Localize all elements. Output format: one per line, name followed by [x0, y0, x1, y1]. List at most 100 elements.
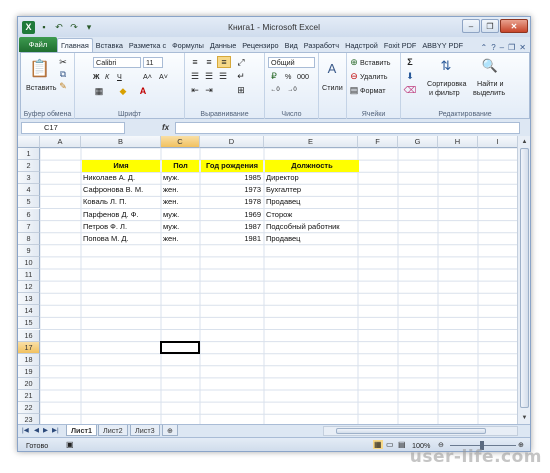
format-cells-button[interactable]: Формат: [360, 86, 386, 95]
find-select-button[interactable]: Найти и: [477, 79, 504, 88]
table-header-cell[interactable]: Пол: [162, 160, 199, 172]
worksheet-grid[interactable]: A B C D E F G H I 1 2 3 4 5 6 7 8 9 10 11 12 13 14 15 16 17 18 19 20…: [18, 136, 518, 424]
normal-view-icon[interactable]: ▦: [373, 440, 383, 449]
find-select-icon[interactable]: 🔍: [481, 56, 499, 76]
format-cells-icon[interactable]: ▤: [349, 85, 359, 95]
table-header-cell[interactable]: Имя: [82, 160, 160, 172]
row-header-6[interactable]: 6: [18, 208, 40, 221]
table-data-cell[interactable]: 1973: [201, 184, 263, 196]
font-name-select[interactable]: Calibri: [93, 57, 141, 68]
row-header-21[interactable]: 21: [18, 390, 40, 403]
page-layout-view-icon[interactable]: ▭: [386, 440, 394, 449]
italic-button[interactable]: К: [105, 72, 109, 81]
increase-decimal-icon[interactable]: ←0: [268, 85, 282, 95]
insert-cells-icon[interactable]: ⊕: [349, 57, 359, 67]
sheet-tab-3[interactable]: Лист3: [130, 425, 160, 436]
styles-icon[interactable]: A: [323, 59, 341, 77]
tab-data[interactable]: Данные: [207, 38, 239, 52]
clear-icon[interactable]: ⌫: [404, 85, 417, 95]
close-button[interactable]: ✕: [500, 19, 528, 33]
tab-abbyy-pdf[interactable]: ABBYY PDF: [419, 38, 466, 52]
format-painter-icon[interactable]: ✎: [57, 81, 69, 91]
formula-input[interactable]: [175, 122, 520, 134]
quick-access-customize-icon[interactable]: ▾: [83, 21, 95, 33]
sort-filter-icon[interactable]: ⇅: [437, 56, 455, 76]
active-cell-selection[interactable]: [160, 340, 200, 355]
table-data-cell[interactable]: Петров Ф. Л.: [82, 221, 160, 233]
table-data-cell[interactable]: Николаев А. Д.: [82, 172, 160, 184]
row-header-18[interactable]: 18: [18, 353, 40, 366]
undo-icon[interactable]: ↶: [53, 21, 65, 33]
horizontal-scroll-thumb[interactable]: [336, 428, 486, 434]
restore-button[interactable]: ❐: [481, 19, 499, 33]
table-data-cell[interactable]: жен.: [162, 184, 199, 196]
table-data-cell[interactable]: муж.: [162, 172, 199, 184]
column-header-g[interactable]: G: [398, 136, 438, 148]
insert-function-button[interactable]: fx: [162, 123, 169, 132]
sheet-tab-1[interactable]: Лист1: [66, 425, 97, 436]
decrease-indent-icon[interactable]: ⇤: [189, 85, 201, 95]
thousands-button[interactable]: 000: [297, 72, 309, 81]
row-header-15[interactable]: 15: [18, 317, 40, 330]
table-data-cell[interactable]: Попова М. Д.: [82, 233, 160, 245]
table-data-cell[interactable]: Директор: [265, 172, 395, 184]
decrease-decimal-icon[interactable]: →0: [285, 85, 299, 95]
align-middle-icon[interactable]: ≡: [203, 57, 215, 67]
table-data-cell[interactable]: Бухгалтер: [265, 184, 395, 196]
macro-record-icon[interactable]: ▣: [66, 440, 74, 449]
percent-button[interactable]: %: [285, 72, 291, 81]
underline-button[interactable]: Ч: [117, 72, 122, 81]
row-header-23[interactable]: 23: [18, 414, 40, 424]
insert-cells-button[interactable]: Вставить: [360, 58, 390, 67]
font-size-select[interactable]: 11: [143, 57, 163, 68]
next-sheet-icon[interactable]: ▶: [43, 426, 48, 434]
grow-font-button[interactable]: A˄: [143, 72, 152, 81]
sort-filter-button[interactable]: Сортировка: [427, 79, 466, 88]
name-box[interactable]: C17: [21, 122, 125, 134]
merge-cells-icon[interactable]: ⊞: [235, 85, 247, 95]
table-data-cell[interactable]: 1981: [201, 233, 263, 245]
tab-formulas[interactable]: Формулы: [169, 38, 207, 52]
delete-cells-icon[interactable]: ⊖: [349, 71, 359, 81]
sheet-tab-2[interactable]: Лист2: [98, 425, 128, 436]
tab-foxit-pdf[interactable]: Foxit PDF: [381, 38, 419, 52]
align-left-icon[interactable]: ☰: [189, 71, 201, 81]
row-header-9[interactable]: 9: [18, 244, 40, 257]
row-header-17[interactable]: 17: [18, 341, 40, 354]
align-center-icon[interactable]: ☰: [203, 71, 215, 81]
column-header-d[interactable]: D: [200, 136, 264, 148]
table-data-cell[interactable]: Продавец: [265, 233, 395, 245]
number-format-select[interactable]: Общий: [268, 57, 315, 68]
currency-icon[interactable]: ₽: [268, 71, 280, 81]
column-header-f[interactable]: F: [358, 136, 398, 148]
row-header-10[interactable]: 10: [18, 256, 40, 269]
table-data-cell[interactable]: Коваль Л. П.: [82, 196, 160, 208]
workbook-restore-icon[interactable]: ❐: [508, 43, 515, 52]
last-sheet-icon[interactable]: ▶|: [52, 426, 59, 434]
minimize-button[interactable]: –: [462, 19, 480, 33]
table-data-cell[interactable]: муж.: [162, 209, 199, 221]
vertical-scrollbar[interactable]: ▲ ▼: [517, 136, 530, 424]
column-header-h[interactable]: H: [438, 136, 478, 148]
table-data-cell[interactable]: жен.: [162, 196, 199, 208]
table-data-cell[interactable]: 1987: [201, 221, 263, 233]
column-header-b[interactable]: B: [81, 136, 161, 148]
row-header-20[interactable]: 20: [18, 377, 40, 390]
row-header-7[interactable]: 7: [18, 220, 40, 233]
table-data-cell[interactable]: 1978: [201, 196, 263, 208]
fill-icon[interactable]: ⬇: [405, 71, 415, 81]
prev-sheet-icon[interactable]: ◀: [34, 426, 39, 434]
styles-button[interactable]: Стили: [322, 83, 343, 92]
paste-icon[interactable]: 📋: [29, 57, 51, 81]
shrink-font-button[interactable]: A˅: [159, 72, 168, 81]
table-data-cell[interactable]: 1969: [201, 209, 263, 221]
table-header-cell[interactable]: Год рождения: [201, 160, 263, 172]
column-header-e[interactable]: E: [264, 136, 358, 148]
first-sheet-icon[interactable]: |◀: [22, 426, 29, 434]
tab-view[interactable]: Вид: [282, 38, 301, 52]
sort-filter-button-line2[interactable]: и фильтр: [429, 88, 460, 97]
column-header-c[interactable]: C: [161, 136, 200, 148]
wrap-text-icon[interactable]: ↵: [235, 71, 247, 81]
delete-cells-button[interactable]: Удалить: [360, 72, 387, 81]
redo-icon[interactable]: ↷: [68, 21, 80, 33]
